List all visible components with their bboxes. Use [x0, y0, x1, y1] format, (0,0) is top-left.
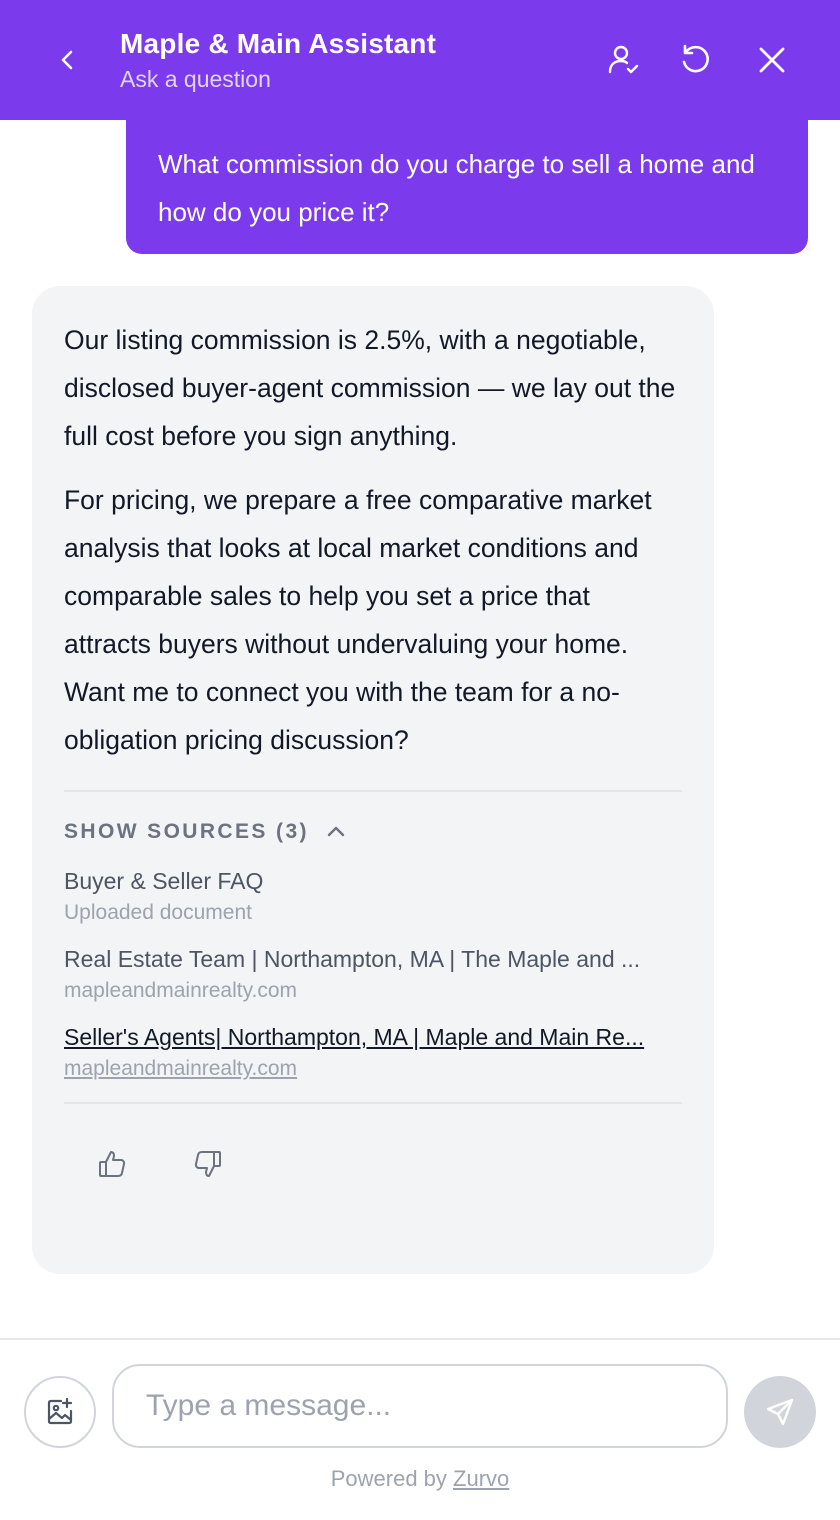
powered-by: Powered by Zurvo [0, 1466, 840, 1492]
feedback-row [64, 1144, 682, 1184]
chat-header: Maple & Main Assistant Ask a question [0, 0, 840, 120]
divider [64, 790, 682, 792]
assistant-message: Our listing commission is 2.5%, with a n… [32, 286, 714, 1274]
source-subtitle[interactable]: mapleandmainrealty.com [64, 1054, 682, 1084]
image-plus-icon [47, 1397, 73, 1425]
sources-list: Buyer & Seller FAQ Uploaded document Rea… [64, 866, 682, 1084]
thumbs-up-button[interactable] [92, 1144, 132, 1184]
user-message: What commission do you charge to sell a … [126, 118, 808, 254]
thumbs-up-icon [99, 1151, 126, 1177]
assistant-paragraph: Our listing commission is 2.5%, with a n… [64, 325, 676, 451]
rotate-ccw-icon [682, 44, 709, 73]
chevron-left-icon [61, 50, 73, 70]
close-icon [759, 47, 785, 73]
thumbs-down-button[interactable] [188, 1144, 228, 1184]
source-title: Real Estate Team | Northampton, MA | The… [64, 946, 641, 972]
close-button[interactable] [752, 40, 792, 80]
divider [64, 1102, 682, 1104]
source-title[interactable]: Seller's Agents| Northampton, MA | Maple… [64, 1022, 676, 1052]
talk-to-agent-button[interactable] [604, 40, 644, 80]
back-button[interactable] [48, 40, 88, 80]
header-subtitle: Ask a question [120, 66, 271, 92]
assistant-paragraph: For pricing, we prepare a free comparati… [64, 485, 652, 755]
header-title: Maple & Main Assistant [120, 28, 437, 59]
source-subtitle: mapleandmainrealty.com [64, 979, 298, 1002]
source-item[interactable]: Real Estate Team | Northampton, MA | The… [64, 944, 682, 1006]
thumbs-down-icon [194, 1151, 221, 1177]
show-sources-toggle[interactable]: SHOW SOURCES (3) [64, 820, 682, 844]
show-sources-label: SHOW SOURCES (3) [64, 820, 309, 843]
chevron-up-icon [327, 826, 345, 837]
source-link[interactable]: Seller's Agents| Northampton, MA | Maple… [64, 1022, 682, 1084]
source-title: Buyer & Seller FAQ [64, 868, 264, 894]
send-button[interactable] [744, 1376, 816, 1448]
restart-chat-button[interactable] [676, 40, 716, 80]
source-subtitle: Uploaded document [64, 901, 252, 924]
user-check-icon [608, 45, 639, 74]
source-item[interactable]: Buyer & Seller FAQ Uploaded document [64, 866, 682, 928]
attach-image-button[interactable] [24, 1376, 96, 1448]
composer-divider [0, 1338, 840, 1340]
send-icon [766, 1398, 794, 1426]
message-input[interactable] [112, 1364, 728, 1448]
powered-by-brand-link[interactable]: Zurvo [453, 1466, 509, 1491]
powered-by-label: Powered by [330, 1466, 454, 1491]
